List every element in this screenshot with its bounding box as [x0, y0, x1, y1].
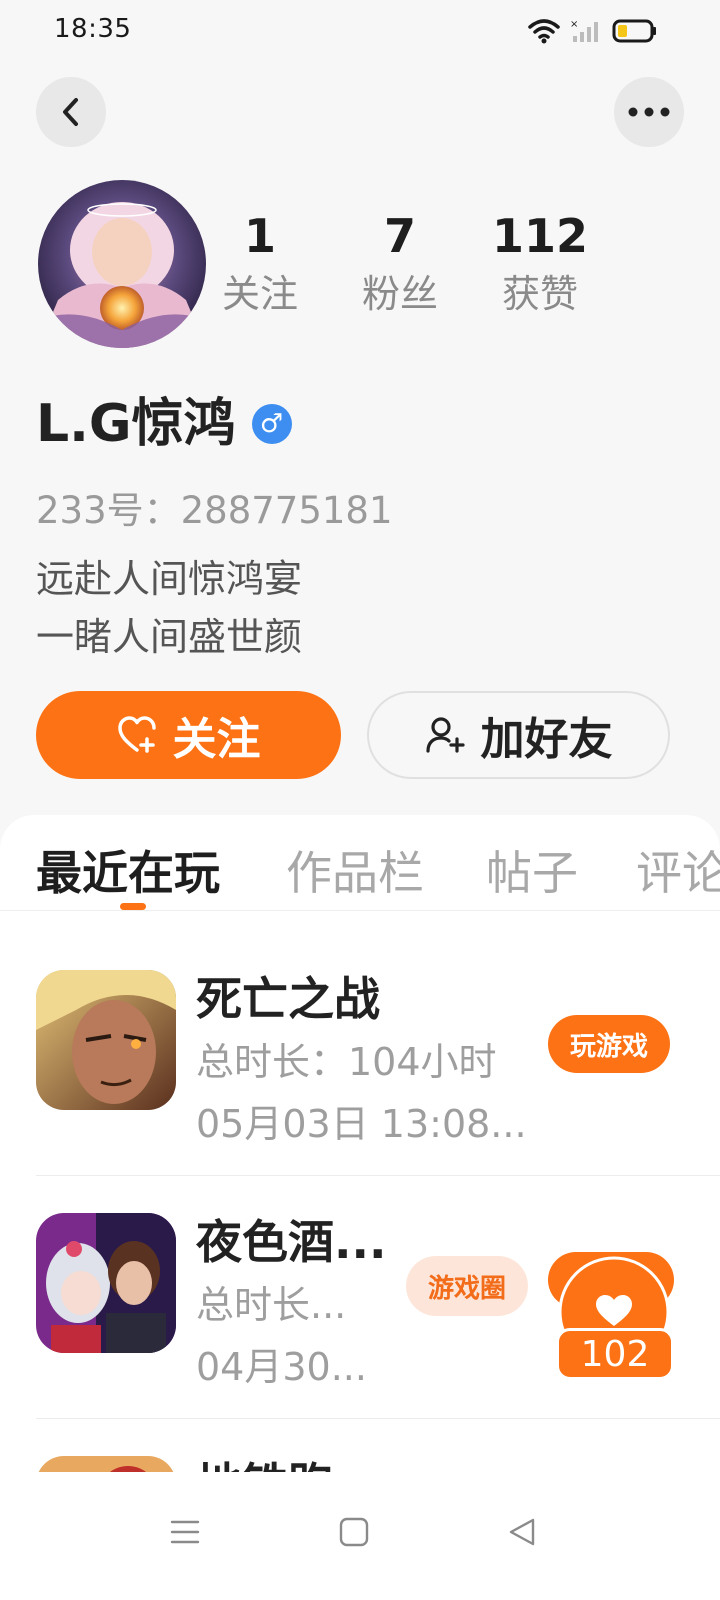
back-button[interactable]	[36, 77, 106, 147]
game-icon[interactable]	[36, 970, 176, 1110]
chevron-left-icon	[63, 98, 78, 126]
stat-likes[interactable]: 112 获赞	[470, 208, 610, 316]
user-id: 233号：288775181	[36, 489, 393, 532]
tab-recently-played[interactable]: 最近在玩	[36, 837, 220, 903]
bio: 远赴人间惊鸿宴 一睹人间盛世颜	[36, 550, 302, 666]
nav-home-button[interactable]	[324, 1502, 384, 1562]
more-dots-icon	[628, 107, 670, 117]
username: L.G惊鸿	[36, 394, 236, 454]
follow-button-label: 关注	[172, 714, 261, 765]
nav-back-button[interactable]	[492, 1502, 552, 1562]
game-circle-button[interactable]: 游戏圈	[406, 1256, 528, 1316]
stat-value: 1	[243, 209, 276, 263]
tab-comments[interactable]: 评论	[636, 837, 720, 903]
stat-followers[interactable]: 7 粉丝	[330, 208, 470, 316]
game-last-played: 05月03日 13:08...	[196, 1102, 527, 1146]
tab-works[interactable]: 作品栏	[286, 837, 424, 903]
game-duration: 总时长：104小时	[196, 1040, 497, 1084]
game-icon-art	[36, 1213, 176, 1353]
game-last-played: 04月30...	[196, 1345, 367, 1389]
stat-value: 7	[383, 209, 416, 263]
battery-icon	[612, 19, 656, 43]
game-title: 夜色酒...	[196, 1215, 387, 1269]
profile-page: 18:35 × 1 关注 7 粉丝 112 获赞 L.G惊鸿 ♂ 233号：28…	[0, 0, 720, 1600]
status-time: 18:35	[54, 14, 132, 44]
follow-button[interactable]: 关注	[36, 691, 341, 779]
stat-label: 获赞	[501, 272, 578, 316]
game-icon[interactable]	[36, 1213, 176, 1353]
add-friend-button-label: 加好友	[480, 714, 613, 765]
system-nav-bar	[0, 1472, 720, 1600]
svg-text:×: ×	[570, 19, 578, 30]
avatar[interactable]	[38, 180, 206, 348]
content-panel: 最近在玩 作品栏 帖子 评论 死亡之战 总时长：104小时 05月03日 13:…	[0, 815, 720, 1515]
like-count-badge: 102	[556, 1328, 674, 1380]
stat-label: 粉丝	[361, 272, 438, 316]
bio-line: 远赴人间惊鸿宴	[36, 557, 303, 601]
cellular-signal-icon: ×	[570, 19, 598, 42]
avatar-illustration	[38, 180, 206, 348]
more-button[interactable]	[614, 77, 684, 147]
game-icon-art	[36, 970, 176, 1110]
wifi-icon	[528, 19, 560, 44]
menu-icon	[170, 1520, 200, 1544]
username-row: L.G惊鸿 ♂	[36, 392, 292, 456]
bio-line: 一睹人间盛世颜	[36, 615, 303, 659]
add-user-icon	[425, 717, 465, 753]
heart-plus-icon	[117, 716, 156, 753]
status-icons: ×	[528, 18, 658, 44]
status-bar: 18:35 ×	[0, 0, 720, 64]
back-triangle-icon	[509, 1518, 535, 1546]
game-title: 死亡之战	[196, 972, 380, 1026]
game-duration: 总时长...	[196, 1283, 347, 1327]
profile-tabs: 最近在玩 作品栏 帖子 评论	[0, 815, 720, 911]
stat-value: 112	[491, 209, 589, 263]
male-gender-icon: ♂	[251, 404, 292, 444]
stat-label: 关注	[221, 272, 298, 316]
active-tab-indicator	[120, 903, 146, 910]
stat-following[interactable]: 1 关注	[190, 208, 330, 316]
play-game-button[interactable]: 玩游戏	[548, 1015, 670, 1073]
nav-menu-button[interactable]	[155, 1502, 215, 1562]
profile-stats: 1 关注 7 粉丝 112 获赞	[190, 208, 610, 316]
add-friend-button[interactable]: 加好友	[367, 691, 670, 779]
home-square-icon	[339, 1517, 369, 1547]
tab-posts[interactable]: 帖子	[486, 837, 578, 903]
game-item[interactable]: 死亡之战 总时长：104小时 05月03日 13:08... 玩游戏	[0, 933, 720, 1176]
